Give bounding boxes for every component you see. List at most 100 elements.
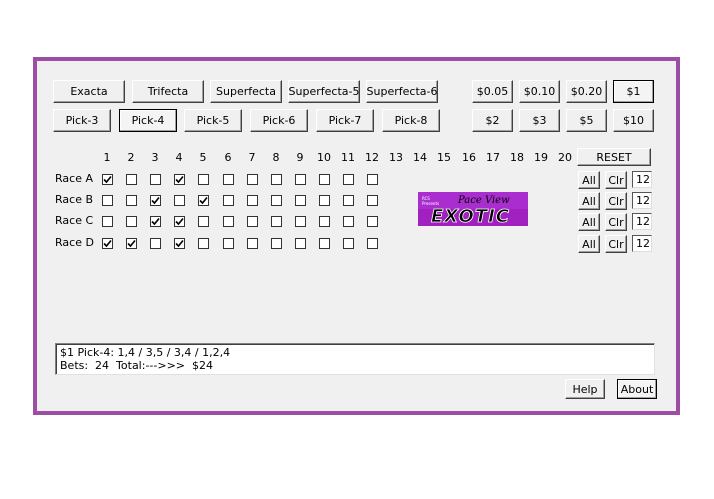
race-checkbox[interactable] — [367, 195, 378, 206]
race-checkbox[interactable] — [343, 195, 354, 206]
column-header-19: 19 — [534, 151, 548, 164]
horse-count-field[interactable]: 12 — [632, 171, 652, 188]
amount-3-button[interactable]: $3 — [519, 109, 560, 132]
race-checkbox[interactable] — [174, 238, 185, 249]
pick-7-button[interactable]: Pick-7 — [316, 109, 374, 132]
race-checkbox[interactable] — [174, 174, 185, 185]
clear-button[interactable]: Clr — [605, 192, 627, 210]
column-header-8: 8 — [272, 151, 280, 164]
race-checkbox[interactable] — [126, 174, 137, 185]
race-checkbox[interactable] — [198, 216, 209, 227]
clear-button[interactable]: Clr — [605, 235, 627, 253]
race-checkbox[interactable] — [295, 174, 306, 185]
race-checkbox[interactable] — [295, 195, 306, 206]
column-header-12: 12 — [365, 151, 379, 164]
race-checkbox[interactable] — [102, 216, 113, 227]
column-header-18: 18 — [510, 151, 524, 164]
svg-text:Pace View: Pace View — [457, 195, 510, 206]
superfecta-5-button[interactable]: Superfecta-5 — [288, 80, 360, 103]
race-checkbox[interactable] — [223, 216, 234, 227]
race-checkbox[interactable] — [271, 238, 282, 249]
column-header-4: 4 — [175, 151, 183, 164]
pick-4-button[interactable]: Pick-4 — [119, 109, 177, 132]
race-checkbox[interactable] — [343, 238, 354, 249]
column-header-9: 9 — [296, 151, 304, 164]
race-checkbox[interactable] — [102, 174, 113, 185]
clear-button[interactable]: Clr — [605, 171, 627, 189]
select-all-button[interactable]: All — [578, 235, 600, 253]
race-checkbox[interactable] — [271, 195, 282, 206]
column-header-1: 1 — [103, 151, 111, 164]
amount-0-05-button[interactable]: $0.05 — [472, 80, 513, 103]
select-all-button[interactable]: All — [578, 192, 600, 210]
race-checkbox[interactable] — [223, 195, 234, 206]
race-checkbox[interactable] — [367, 216, 378, 227]
race-checkbox[interactable] — [271, 216, 282, 227]
exacta-button[interactable]: Exacta — [53, 80, 125, 103]
race-checkbox[interactable] — [150, 174, 161, 185]
horse-count-field[interactable]: 12 — [632, 235, 652, 252]
reset-button[interactable]: RESET — [577, 148, 651, 166]
race-label: Race B — [55, 193, 94, 206]
race-checkbox[interactable] — [367, 174, 378, 185]
race-checkbox[interactable] — [319, 216, 330, 227]
superfecta-button[interactable]: Superfecta — [210, 80, 282, 103]
race-checkbox[interactable] — [343, 216, 354, 227]
race-checkbox[interactable] — [126, 238, 137, 249]
horse-count-field[interactable]: 12 — [632, 213, 652, 230]
race-checkbox[interactable] — [319, 174, 330, 185]
race-checkbox[interactable] — [319, 195, 330, 206]
amount-2-button[interactable]: $2 — [472, 109, 513, 132]
amount-1-button[interactable]: $1 — [613, 80, 654, 103]
pick-6-button[interactable]: Pick-6 — [250, 109, 308, 132]
race-checkbox[interactable] — [150, 195, 161, 206]
column-header-6: 6 — [224, 151, 232, 164]
about-button[interactable]: About — [617, 379, 657, 399]
amount-5-button[interactable]: $5 — [566, 109, 607, 132]
pick-8-button[interactable]: Pick-8 — [382, 109, 440, 132]
race-checkbox[interactable] — [247, 174, 258, 185]
race-checkbox[interactable] — [126, 216, 137, 227]
column-header-2: 2 — [127, 151, 135, 164]
race-checkbox[interactable] — [102, 238, 113, 249]
select-all-button[interactable]: All — [578, 171, 600, 189]
race-checkbox[interactable] — [271, 174, 282, 185]
pick-3-button[interactable]: Pick-3 — [53, 109, 111, 132]
help-button[interactable]: Help — [565, 379, 605, 399]
column-header-10: 10 — [317, 151, 331, 164]
race-checkbox[interactable] — [319, 238, 330, 249]
bet-summary-line2: Bets: 24 Total:--->>> $24 — [60, 359, 213, 372]
horse-count-field[interactable]: 12 — [632, 192, 652, 209]
race-checkbox[interactable] — [198, 174, 209, 185]
race-label: Race C — [55, 214, 94, 227]
pick-5-button[interactable]: Pick-5 — [184, 109, 242, 132]
clear-button[interactable]: Clr — [605, 213, 627, 231]
race-checkbox[interactable] — [295, 238, 306, 249]
race-checkbox[interactable] — [126, 195, 137, 206]
amount-0-20-button[interactable]: $0.20 — [566, 80, 607, 103]
superfecta-6-button[interactable]: Superfecta-6 — [366, 80, 438, 103]
race-checkbox[interactable] — [343, 174, 354, 185]
select-all-button[interactable]: All — [578, 213, 600, 231]
amount-0-10-button[interactable]: $0.10 — [519, 80, 560, 103]
race-checkbox[interactable] — [150, 238, 161, 249]
race-checkbox[interactable] — [247, 238, 258, 249]
race-checkbox[interactable] — [223, 174, 234, 185]
trifecta-button[interactable]: Trifecta — [132, 80, 204, 103]
race-checkbox[interactable] — [174, 195, 185, 206]
race-checkbox[interactable] — [247, 195, 258, 206]
amount-10-button[interactable]: $10 — [613, 109, 654, 132]
pace-view-exotic-logo: RCS Presents Pace View EXOTIC — [418, 192, 528, 227]
race-checkbox[interactable] — [150, 216, 161, 227]
race-checkbox[interactable] — [198, 238, 209, 249]
race-checkbox[interactable] — [367, 238, 378, 249]
race-checkbox[interactable] — [198, 195, 209, 206]
race-checkbox[interactable] — [223, 238, 234, 249]
race-label: Race A — [55, 172, 93, 185]
race-checkbox[interactable] — [102, 195, 113, 206]
race-checkbox[interactable] — [174, 216, 185, 227]
race-checkbox[interactable] — [247, 216, 258, 227]
column-header-15: 15 — [437, 151, 451, 164]
bet-summary-line1: $1 Pick-4: 1,4 / 3,5 / 3,4 / 1,2,4 — [60, 346, 231, 359]
race-checkbox[interactable] — [295, 216, 306, 227]
